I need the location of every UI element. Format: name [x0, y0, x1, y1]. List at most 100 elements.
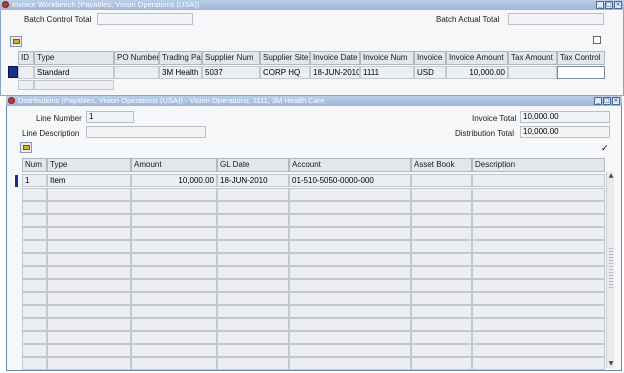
empty-type-cell[interactable] [47, 266, 131, 279]
empty-amount-cell[interactable] [131, 253, 217, 266]
close-icon[interactable]: × [614, 1, 622, 9]
empty-description-cell[interactable] [472, 201, 605, 214]
po-number-cell[interactable] [114, 66, 159, 79]
line-number-field[interactable]: 1 [86, 111, 134, 123]
invoice-currency-cell[interactable]: USD [414, 66, 446, 79]
empty-amount-cell[interactable] [131, 266, 217, 279]
empty-account-cell[interactable] [289, 266, 411, 279]
scroll-up-arrow-icon[interactable]: ▲ [608, 173, 614, 179]
empty-gl-date-cell[interactable] [217, 253, 289, 266]
empty-gl-date-cell[interactable] [217, 331, 289, 344]
empty-description-cell[interactable] [472, 292, 605, 305]
scroll-down-arrow-icon[interactable]: ▼ [608, 361, 614, 367]
empty-type-cell[interactable] [47, 331, 131, 344]
dist-num-cell[interactable]: 1 [22, 174, 47, 187]
second-row-id-cell[interactable] [18, 80, 34, 90]
empty-asset-book-cell[interactable] [411, 292, 472, 305]
empty-num-cell[interactable] [22, 240, 47, 253]
empty-account-cell[interactable] [289, 214, 411, 227]
minimize-icon[interactable]: _ [594, 97, 602, 105]
invoice-date-cell[interactable]: 18-JUN-2010 [310, 66, 360, 79]
empty-type-cell[interactable] [47, 201, 131, 214]
dist-type-cell[interactable]: Item [47, 174, 131, 187]
empty-type-cell[interactable] [47, 344, 131, 357]
empty-gl-date-cell[interactable] [217, 201, 289, 214]
empty-type-cell[interactable] [47, 214, 131, 227]
empty-type-cell[interactable] [47, 188, 131, 201]
checkmark-icon[interactable]: ✓ [601, 145, 609, 154]
row-selector[interactable] [8, 66, 18, 78]
batch-control-total-field[interactable] [97, 13, 193, 25]
select-all-checkbox[interactable] [593, 36, 601, 44]
tax-control-cell[interactable] [557, 66, 605, 79]
empty-gl-date-cell[interactable] [217, 318, 289, 331]
tax-amount-cell[interactable] [508, 66, 557, 79]
empty-account-cell[interactable] [289, 188, 411, 201]
empty-amount-cell[interactable] [131, 227, 217, 240]
invoice-num-cell[interactable]: 1111 [360, 66, 414, 79]
maximize-icon[interactable]: □ [603, 97, 611, 105]
empty-account-cell[interactable] [289, 279, 411, 292]
empty-description-cell[interactable] [472, 318, 605, 331]
empty-amount-cell[interactable] [131, 344, 217, 357]
empty-account-cell[interactable] [289, 253, 411, 266]
empty-description-cell[interactable] [472, 240, 605, 253]
empty-description-cell[interactable] [472, 253, 605, 266]
maximize-icon[interactable]: □ [605, 1, 613, 9]
empty-description-cell[interactable] [472, 266, 605, 279]
trading-partner-cell[interactable]: 3M Health [159, 66, 202, 79]
empty-amount-cell[interactable] [131, 357, 217, 370]
empty-amount-cell[interactable] [131, 305, 217, 318]
empty-asset-book-cell[interactable] [411, 305, 472, 318]
empty-gl-date-cell[interactable] [217, 240, 289, 253]
empty-num-cell[interactable] [22, 188, 47, 201]
empty-type-cell[interactable] [47, 318, 131, 331]
dist-description-cell[interactable] [472, 174, 605, 187]
empty-account-cell[interactable] [289, 344, 411, 357]
empty-amount-cell[interactable] [131, 214, 217, 227]
empty-amount-cell[interactable] [131, 279, 217, 292]
empty-gl-date-cell[interactable] [217, 344, 289, 357]
dist-amount-cell[interactable]: 10,000.00 [131, 174, 217, 187]
empty-amount-cell[interactable] [131, 201, 217, 214]
empty-description-cell[interactable] [472, 214, 605, 227]
empty-gl-date-cell[interactable] [217, 279, 289, 292]
dist-asset-book-cell[interactable] [411, 174, 472, 187]
empty-type-cell[interactable] [47, 357, 131, 370]
empty-account-cell[interactable] [289, 201, 411, 214]
empty-type-cell[interactable] [47, 279, 131, 292]
empty-num-cell[interactable] [22, 331, 47, 344]
empty-num-cell[interactable] [22, 227, 47, 240]
invoice-type-cell[interactable]: Standard [34, 66, 114, 79]
empty-type-cell[interactable] [47, 227, 131, 240]
empty-account-cell[interactable] [289, 305, 411, 318]
empty-asset-book-cell[interactable] [411, 331, 472, 344]
dist-gl-date-cell[interactable]: 18-JUN-2010 [217, 174, 289, 187]
distributions-titlebar[interactable]: Distributions (Payables, Vision Operatio… [6, 96, 622, 106]
empty-gl-date-cell[interactable] [217, 214, 289, 227]
empty-type-cell[interactable] [47, 240, 131, 253]
empty-gl-date-cell[interactable] [217, 188, 289, 201]
invoice-id-cell[interactable] [18, 66, 34, 79]
empty-account-cell[interactable] [289, 240, 411, 253]
empty-gl-date-cell[interactable] [217, 266, 289, 279]
empty-type-cell[interactable] [47, 305, 131, 318]
empty-description-cell[interactable] [472, 357, 605, 370]
minimize-icon[interactable]: _ [596, 1, 604, 9]
empty-num-cell[interactable] [22, 357, 47, 370]
empty-num-cell[interactable] [22, 214, 47, 227]
supplier-num-cell[interactable]: 5037 [202, 66, 260, 79]
empty-gl-date-cell[interactable] [217, 227, 289, 240]
dist-account-cell[interactable]: 01-510-5050-0000-000 [289, 174, 411, 187]
empty-gl-date-cell[interactable] [217, 305, 289, 318]
invoice-amount-cell[interactable]: 10,000.00 [446, 66, 508, 79]
close-icon[interactable]: × [612, 97, 620, 105]
empty-type-cell[interactable] [47, 253, 131, 266]
second-row-type-cell[interactable] [34, 80, 114, 90]
folder-tools-button[interactable] [10, 36, 22, 47]
distributions-scrollbar[interactable]: ▲ ▼ [606, 172, 614, 368]
supplier-site-cell[interactable]: CORP HQ [260, 66, 310, 79]
batch-actual-total-field[interactable] [508, 13, 604, 25]
empty-gl-date-cell[interactable] [217, 357, 289, 370]
empty-amount-cell[interactable] [131, 240, 217, 253]
